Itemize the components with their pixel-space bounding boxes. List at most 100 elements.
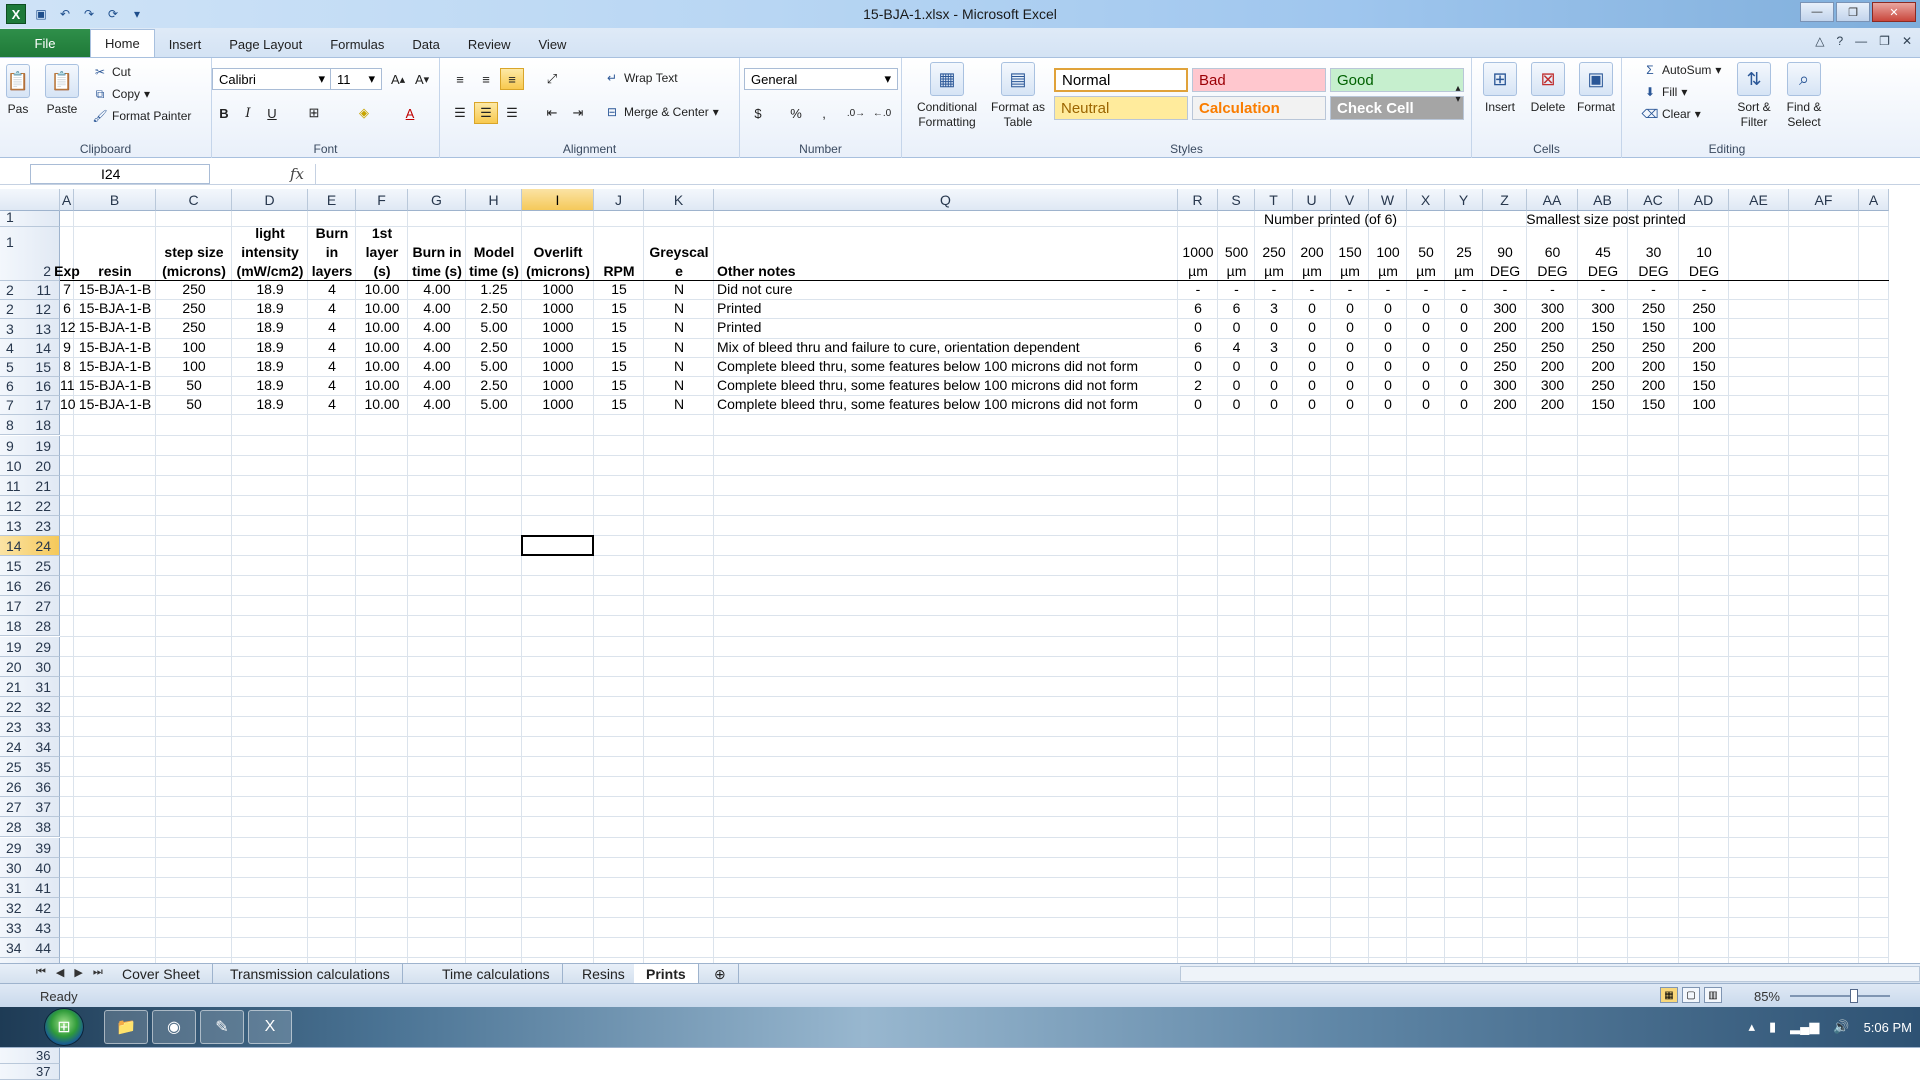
column-header[interactable]: F bbox=[356, 189, 408, 211]
column-header[interactable]: V bbox=[1331, 189, 1369, 211]
column-header[interactable]: B bbox=[74, 189, 156, 211]
minimize-ribbon-icon[interactable]: △ bbox=[1815, 34, 1824, 48]
active-cell-selection[interactable] bbox=[521, 535, 594, 557]
cell-number-printed[interactable]: 0 bbox=[1331, 396, 1369, 415]
header-rpm[interactable]: RPM bbox=[594, 227, 644, 281]
cell-number-printed[interactable]: 6 bbox=[1178, 300, 1218, 319]
column-header[interactable]: T bbox=[1255, 189, 1293, 211]
cell-number-printed[interactable]: 0 bbox=[1293, 377, 1331, 396]
window-close-icon[interactable]: ✕ bbox=[1902, 34, 1912, 48]
sheet-tab[interactable]: Prints bbox=[634, 964, 699, 984]
cell-other-notes[interactable]: Complete bleed thru, some features below… bbox=[714, 377, 1178, 396]
zoom-slider[interactable] bbox=[1790, 989, 1890, 1003]
tab-view[interactable]: View bbox=[525, 31, 581, 57]
column-header[interactable]: G bbox=[408, 189, 466, 211]
delete-cells-button[interactable]: ⊠ Delete bbox=[1526, 62, 1570, 115]
cell-model-time[interactable]: 2.50 bbox=[466, 339, 522, 358]
refresh-icon[interactable]: ⟳ bbox=[104, 5, 122, 23]
cell-number-printed[interactable]: 0 bbox=[1445, 377, 1483, 396]
cell-smallest-size[interactable]: - bbox=[1483, 281, 1527, 300]
font-color-icon[interactable]: A bbox=[398, 102, 422, 124]
cell-number-printed[interactable]: 0 bbox=[1445, 396, 1483, 415]
cell-style-bad[interactable]: Bad bbox=[1192, 68, 1326, 92]
cell-smallest-size[interactable]: 300 bbox=[1527, 300, 1578, 319]
cell-smallest-size[interactable]: - bbox=[1527, 281, 1578, 300]
align-bottom-icon[interactable]: ≡ bbox=[500, 68, 524, 90]
column-header[interactable]: W bbox=[1369, 189, 1407, 211]
wrap-text-button[interactable]: ↵ Wrap Text bbox=[604, 70, 678, 86]
cell-smallest-size[interactable]: - bbox=[1679, 281, 1729, 300]
header-light-intensity[interactable]: light intensity (mW/cm2) bbox=[232, 225, 308, 281]
header-angle[interactable]: 90 DEG bbox=[1483, 227, 1527, 281]
cell-smallest-size[interactable]: 200 bbox=[1628, 377, 1679, 396]
cell-model-time[interactable]: 2.50 bbox=[466, 300, 522, 319]
header-burn-time[interactable]: Burn in time (s) bbox=[408, 227, 466, 281]
header-angle[interactable]: 60 DEG bbox=[1527, 227, 1578, 281]
decrease-indent-icon[interactable]: ⇤ bbox=[540, 102, 564, 124]
align-left-icon[interactable]: ☰ bbox=[448, 102, 472, 124]
column-header[interactable]: A bbox=[60, 189, 74, 211]
tab-review[interactable]: Review bbox=[454, 31, 525, 57]
cell-smallest-size[interactable]: 150 bbox=[1628, 319, 1679, 338]
currency-button[interactable]: $ bbox=[746, 102, 770, 124]
volume-icon[interactable]: 🔊 bbox=[1833, 1019, 1849, 1035]
row-header[interactable]: 12 bbox=[0, 227, 60, 281]
restore-button[interactable]: ❐ bbox=[1836, 2, 1870, 22]
underline-button[interactable]: U bbox=[260, 102, 284, 124]
cell-step-size[interactable]: 250 bbox=[156, 281, 232, 300]
cut-button[interactable]: ✂ Cut bbox=[92, 64, 131, 80]
column-header[interactable]: R bbox=[1178, 189, 1218, 211]
cell-number-printed[interactable]: - bbox=[1331, 281, 1369, 300]
header-angle[interactable]: 30 DEG bbox=[1628, 227, 1679, 281]
cell-greyscale[interactable]: N bbox=[644, 377, 714, 396]
cell-greyscale[interactable]: N bbox=[644, 396, 714, 415]
cell-style-good[interactable]: Good bbox=[1330, 68, 1464, 92]
cell-greyscale[interactable]: N bbox=[644, 281, 714, 300]
insert-function-icon[interactable]: fx bbox=[290, 165, 304, 183]
tab-data[interactable]: Data bbox=[398, 31, 453, 57]
cell-burn-layers[interactable]: 4 bbox=[308, 300, 356, 319]
sheet-tab[interactable]: Time calculations bbox=[430, 964, 563, 984]
cell-smallest-size[interactable]: 200 bbox=[1527, 358, 1578, 377]
save-icon[interactable]: ▣ bbox=[32, 5, 50, 23]
cell-overlift[interactable]: 1000 bbox=[522, 281, 594, 300]
cell-smallest-size[interactable]: 150 bbox=[1578, 396, 1628, 415]
sheet-tab[interactable]: Cover Sheet bbox=[110, 964, 213, 984]
tab-formulas[interactable]: Formulas bbox=[316, 31, 398, 57]
cell-number-printed[interactable]: 0 bbox=[1445, 358, 1483, 377]
find-select-button[interactable]: ⌕ Find & Select bbox=[1778, 62, 1830, 130]
cell-first-layer[interactable]: 10.00 bbox=[356, 396, 408, 415]
column-header[interactable]: K bbox=[644, 189, 714, 211]
header-burn-layers[interactable]: Burn in layers bbox=[308, 225, 356, 281]
cell-smallest-size[interactable]: 250 bbox=[1628, 300, 1679, 319]
cell-number-printed[interactable]: 0 bbox=[1331, 358, 1369, 377]
cell-other-notes[interactable]: Mix of bleed thru and failure to cure, o… bbox=[714, 339, 1178, 358]
insert-cells-button[interactable]: ⊞ Insert bbox=[1478, 62, 1522, 115]
cell-step-size[interactable]: 100 bbox=[156, 358, 232, 377]
cell-number-printed[interactable]: 0 bbox=[1331, 339, 1369, 358]
row-header[interactable]: 6 16 bbox=[0, 377, 60, 397]
italic-button[interactable]: I bbox=[236, 102, 260, 124]
header-overlift[interactable]: Overlift (microns) bbox=[522, 227, 594, 281]
cell-number-printed[interactable]: 4 bbox=[1218, 339, 1255, 358]
network-icon[interactable]: ▮ bbox=[1769, 1019, 1776, 1035]
row-header[interactable]: 22 32 bbox=[0, 696, 60, 717]
column-header[interactable]: U bbox=[1293, 189, 1331, 211]
cell-smallest-size[interactable]: 150 bbox=[1578, 319, 1628, 338]
cell-number-printed[interactable]: 0 bbox=[1369, 300, 1407, 319]
comma-button[interactable]: , bbox=[812, 102, 836, 124]
cell-burn-layers[interactable]: 4 bbox=[308, 358, 356, 377]
chrome-taskbar-icon[interactable]: ◉ bbox=[152, 1010, 196, 1044]
format-painter-button[interactable]: 🖌 Format Painter bbox=[92, 108, 191, 124]
row-header[interactable]: 27 37 bbox=[0, 797, 60, 818]
cell-number-printed[interactable]: - bbox=[1255, 281, 1293, 300]
header-other-notes[interactable]: Other notes bbox=[714, 227, 1178, 281]
sheet-tab[interactable]: Resins bbox=[570, 964, 638, 984]
header-angle[interactable]: 10 DEG bbox=[1679, 227, 1729, 281]
cell-smallest-size[interactable]: 250 bbox=[1527, 339, 1578, 358]
format-cells-button[interactable]: ▣ Format bbox=[1574, 62, 1618, 115]
align-right-icon[interactable]: ☰ bbox=[500, 102, 524, 124]
row-header[interactable]: 19 29 bbox=[0, 636, 60, 657]
page-break-view-icon[interactable]: ▥ bbox=[1704, 987, 1722, 1003]
cell-step-size[interactable]: 250 bbox=[156, 300, 232, 319]
